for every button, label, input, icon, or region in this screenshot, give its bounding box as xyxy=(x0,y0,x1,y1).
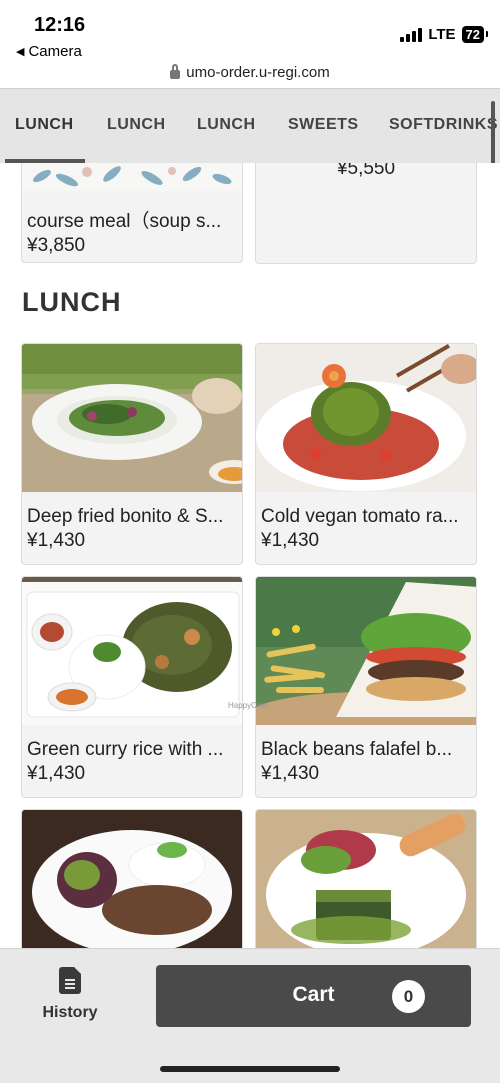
menu-item-price: ¥3,850 xyxy=(27,235,86,256)
bottom-bar: History Cart 0 xyxy=(0,948,500,1083)
menu-item-image xyxy=(22,163,242,191)
section-title: LUNCH xyxy=(22,287,122,317)
tab-lunch-3[interactable]: LUNCH xyxy=(197,116,256,134)
cart-count-badge: 0 xyxy=(392,980,425,1013)
status-bar: 12:16 ◀ Camera LTE 72 xyxy=(0,0,500,60)
menu-card[interactable]: Cold vegan tomato ra... ¥1,430 xyxy=(255,343,477,565)
menu-item-name: Black beans falafel b... xyxy=(261,739,453,760)
menu-item-price: ¥1,430 xyxy=(261,530,320,551)
menu-card[interactable]: Green curry rice with ... ¥1,430 xyxy=(21,576,243,798)
home-indicator[interactable] xyxy=(160,1066,340,1072)
status-indicators: LTE 72 xyxy=(400,26,489,43)
tab-softdrinks[interactable]: SOFTDRINKS xyxy=(389,116,498,134)
menu-item-image xyxy=(256,344,476,492)
menu-card[interactable]: Black beans falafel b... ¥1,430 xyxy=(255,576,477,798)
menu-card[interactable]: ¥5,550 xyxy=(255,163,477,264)
menu-item-name: Cold vegan tomato ra... xyxy=(261,506,459,527)
menu-item-image xyxy=(22,577,242,725)
menu-card[interactable] xyxy=(255,809,477,948)
menu-item-price: ¥5,550 xyxy=(336,163,396,179)
category-tabs: LUNCH LUNCH LUNCH SWEETS SOFTDRINKS xyxy=(0,88,500,163)
menu-content: course meal（soup s... ¥3,850 ¥5,550 LUNC… xyxy=(0,163,500,948)
back-triangle-icon: ◀ xyxy=(16,46,25,58)
menu-item-image xyxy=(256,810,476,948)
lock-icon xyxy=(170,63,181,79)
menu-item-name: Deep fried bonito & S... xyxy=(27,506,224,527)
scrollbar[interactable] xyxy=(491,101,495,163)
history-label: History xyxy=(42,1004,98,1021)
watermark: HappyCow xyxy=(228,701,268,710)
network-type: LTE xyxy=(428,26,456,43)
tab-lunch-2[interactable]: LUNCH xyxy=(107,116,166,134)
status-time: 12:16 xyxy=(34,14,86,36)
menu-card[interactable]: course meal（soup s... ¥3,850 xyxy=(21,163,243,263)
url-text: umo-order.u-regi.com xyxy=(186,63,330,81)
menu-item-price: ¥1,430 xyxy=(27,763,86,784)
document-icon xyxy=(59,967,81,994)
battery-icon: 72 xyxy=(461,26,489,43)
tab-lunch-1[interactable]: LUNCH xyxy=(15,116,74,134)
signal-icon xyxy=(400,27,423,42)
history-button[interactable]: History xyxy=(38,967,102,1022)
menu-item-name: Green curry rice with ... xyxy=(27,739,224,760)
url-bar[interactable]: umo-order.u-regi.com xyxy=(0,58,500,86)
menu-card[interactable] xyxy=(21,809,243,948)
menu-item-price: ¥1,430 xyxy=(27,530,86,551)
cart-button[interactable]: Cart 0 xyxy=(156,965,471,1027)
menu-item-price: ¥1,430 xyxy=(261,763,320,784)
tab-sweets[interactable]: SWEETS xyxy=(288,116,359,134)
menu-item-image xyxy=(22,810,242,948)
menu-card[interactable]: Deep fried bonito & S... ¥1,430 xyxy=(21,343,243,565)
menu-item-image xyxy=(256,577,476,725)
menu-item-image xyxy=(22,344,242,492)
menu-item-name: course meal（soup s... xyxy=(27,211,222,232)
